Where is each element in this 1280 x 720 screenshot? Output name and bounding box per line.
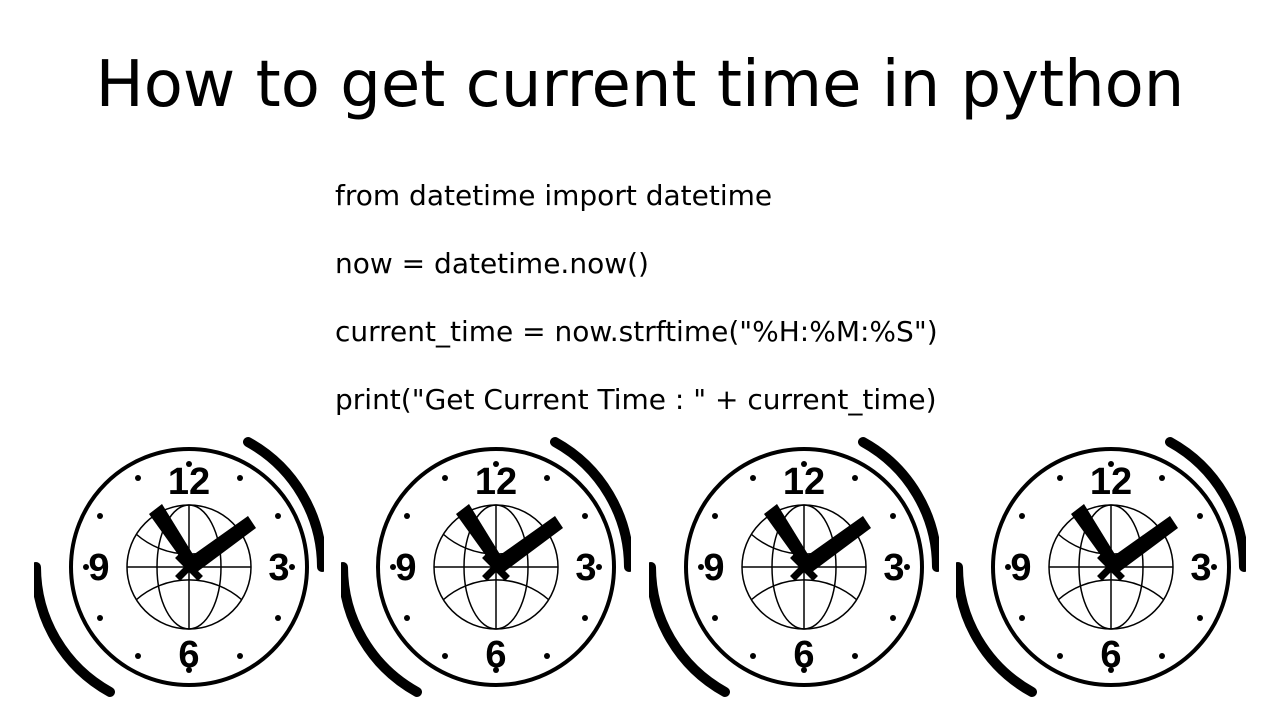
- svg-text:6: 6: [486, 634, 507, 676]
- code-line-2: now = datetime.now(): [335, 250, 1280, 278]
- svg-text:3: 3: [268, 547, 289, 589]
- page-title: How to get current time in python: [0, 0, 1280, 122]
- svg-text:3: 3: [576, 547, 597, 589]
- svg-text:6: 6: [178, 634, 199, 676]
- svg-text:12: 12: [475, 461, 517, 503]
- svg-text:9: 9: [703, 547, 724, 589]
- world-clock-icon: 12 3 6 9: [341, 422, 631, 712]
- svg-text:12: 12: [1090, 461, 1132, 503]
- world-clock-icon: 12 3 6 9: [649, 422, 939, 712]
- svg-text:9: 9: [88, 547, 109, 589]
- clocks-row: 12 3 6 9 12 3 6 9: [34, 422, 1246, 712]
- world-clock-icon: 12 3 6 9: [34, 422, 324, 712]
- code-snippet: from datetime import datetime now = date…: [335, 182, 1280, 414]
- svg-text:6: 6: [793, 634, 814, 676]
- code-line-1: from datetime import datetime: [335, 182, 1280, 210]
- svg-text:3: 3: [1190, 547, 1211, 589]
- svg-text:12: 12: [168, 461, 210, 503]
- code-line-4: print("Get Current Time : " + current_ti…: [335, 386, 1280, 414]
- svg-text:12: 12: [783, 461, 825, 503]
- svg-text:9: 9: [1010, 547, 1031, 589]
- world-clock-icon: 12 3 6 9: [956, 422, 1246, 712]
- code-line-3: current_time = now.strftime("%H:%M:%S"): [335, 318, 1280, 346]
- svg-text:6: 6: [1100, 634, 1121, 676]
- svg-text:9: 9: [396, 547, 417, 589]
- svg-text:3: 3: [883, 547, 904, 589]
